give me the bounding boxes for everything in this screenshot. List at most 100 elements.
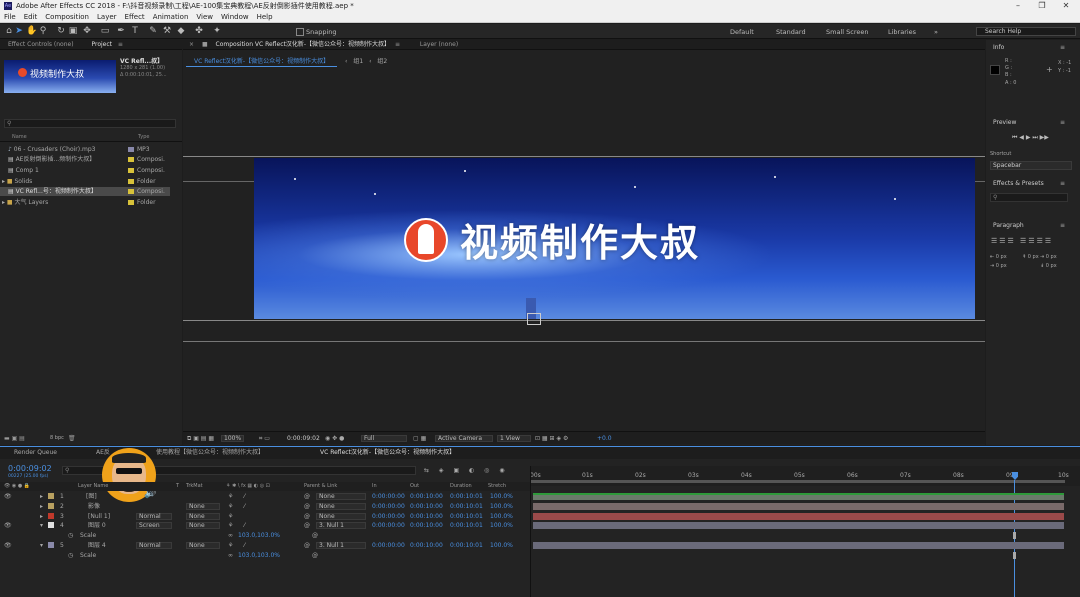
parent-dropdown[interactable]: 3. Null 1	[316, 522, 366, 529]
camera-tool-icon[interactable]: ▣	[68, 26, 78, 36]
property-row[interactable]: ◷ Scale ∞ 103.0,103.0% @	[0, 531, 530, 540]
pickwhip-icon[interactable]: @	[304, 541, 310, 550]
quality-icon[interactable]: ⁄	[244, 541, 245, 550]
current-time-display[interactable]: 0:00:09:02	[287, 432, 320, 445]
pickwhip-icon[interactable]: @	[304, 502, 310, 511]
time-ruler[interactable]	[530, 466, 1080, 486]
col-in[interactable]: In	[372, 482, 377, 491]
shy-icon[interactable]: ⚘	[228, 502, 233, 511]
project-item[interactable]: ▸ ■ Solids	[2, 177, 32, 186]
pan-behind-tool-icon[interactable]: ✥	[82, 26, 92, 36]
workspaces-more-button[interactable]: »	[934, 28, 938, 36]
magnification-dropdown[interactable]: 100%	[221, 435, 245, 442]
composition-viewer[interactable]: 视频制作大叔	[254, 158, 975, 319]
property-row[interactable]: ◷ Scale ∞ 103.0,103.0% @	[0, 551, 530, 560]
col-stretch[interactable]: Stretch	[488, 482, 506, 491]
expand-arrow-icon[interactable]: ▸	[40, 502, 43, 511]
shy-icon[interactable]: ⚘	[228, 541, 233, 550]
parent-dropdown[interactable]: None	[316, 493, 366, 500]
clone-stamp-tool-icon[interactable]: ⚒	[162, 26, 172, 36]
toggle-view-icon[interactable]: ⊡ ▦ ⊞ ◈ ⚙	[535, 432, 568, 445]
layer-duration[interactable]: 0:00:10:01	[450, 502, 483, 511]
layer-bar[interactable]	[533, 513, 1064, 520]
switches-header-icon[interactable]: ⚘ ✱ \ fx ▦ ◐ ◎ ⊡	[226, 482, 270, 491]
interpret-footage-icon[interactable]: ▬ ▣ ▤	[4, 434, 25, 443]
bpc-label[interactable]: 8 bpc	[50, 434, 64, 443]
layer-in[interactable]: 0:00:00:00	[372, 521, 405, 530]
menu-help[interactable]: Help	[257, 13, 273, 21]
layer-name[interactable]: [Null 1]	[88, 512, 110, 521]
layer-stretch[interactable]: 100.0%	[490, 502, 513, 511]
view-layout-dropdown[interactable]: 1 View	[497, 435, 531, 442]
layer-out[interactable]: 0:00:10:00	[410, 521, 443, 530]
breadcrumb-group1[interactable]: 组1	[353, 58, 363, 65]
layer-name[interactable]: [图]	[86, 492, 97, 501]
puppet-tool-icon[interactable]: ✦	[212, 26, 222, 36]
layer-out[interactable]: 0:00:10:00	[410, 541, 443, 550]
resolution-dropdown[interactable]: Full	[361, 435, 407, 442]
col-layer-name[interactable]: Layer Name	[78, 482, 108, 491]
parent-dropdown[interactable]: None	[316, 503, 366, 510]
col-out[interactable]: Out	[410, 482, 419, 491]
align-buttons-icon[interactable]: ☰☰☰ ☰☰☰☰	[991, 237, 1053, 246]
brush-tool-icon[interactable]: ✎	[148, 26, 158, 36]
pickwhip-icon[interactable]: @	[312, 531, 318, 540]
menu-edit[interactable]: Edit	[24, 13, 38, 21]
tab-render-queue[interactable]: Render Queue	[14, 447, 57, 459]
trkmat-dropdown[interactable]: None	[186, 513, 220, 520]
paragraph-menu-icon[interactable]: ≡	[1060, 221, 1065, 230]
layer-in[interactable]: 0:00:00:00	[372, 502, 405, 511]
effects-presets-title[interactable]: Effects & Presets	[993, 179, 1044, 188]
col-duration[interactable]: Duration	[450, 482, 472, 491]
project-item[interactable]: ▸ ■ 大气 Layers	[2, 198, 48, 207]
trkmat-dropdown[interactable]: None	[186, 542, 220, 549]
workspace-libraries[interactable]: Libraries	[888, 28, 916, 36]
layer-bar[interactable]	[533, 522, 1064, 529]
pickwhip-icon[interactable]: @	[312, 551, 318, 560]
layer-row[interactable]: 👁 ▾ 4 图层 0 Screen None ⚘ ⁄ @ 3. Null 1 0…	[0, 521, 530, 530]
parent-dropdown[interactable]: None	[316, 513, 366, 520]
link-icon[interactable]: ∞	[228, 551, 233, 560]
zoom-tool-icon[interactable]: ⚲	[38, 26, 48, 36]
blend-mode-dropdown[interactable]: Screen	[136, 522, 172, 529]
camera-dropdown[interactable]: Active Camera	[435, 435, 493, 442]
layer-stretch[interactable]: 100.0%	[490, 512, 513, 521]
breadcrumb-group2[interactable]: 组2	[377, 58, 387, 65]
menu-effect[interactable]: Effect	[125, 13, 145, 21]
trash-icon[interactable]: 🗑	[68, 434, 76, 443]
layer-out[interactable]: 0:00:10:00	[410, 492, 443, 501]
effects-search-input[interactable]: ⚲	[990, 193, 1068, 202]
layer-duration[interactable]: 0:00:10:01	[450, 512, 483, 521]
project-item[interactable]: ▤ AE反射倒影插...频制作大叔】	[8, 155, 95, 164]
layer-row[interactable]: ▸ 3 [Null 1] Normal None ⚘ @ None 0:00:0…	[0, 512, 530, 521]
tab-composition[interactable]: Composition VC Reflect汉化新-【微信公众号：视频制作大叔】	[216, 41, 390, 48]
indent-right[interactable]: ⇥ 0 px	[1040, 253, 1057, 262]
tab-effect-controls[interactable]: Effect Controls (none)	[8, 41, 74, 48]
scale-value[interactable]: 103.0,103.0%	[238, 531, 280, 540]
pickwhip-icon[interactable]: @	[304, 492, 310, 501]
layer-stretch[interactable]: 100.0%	[490, 541, 513, 550]
visibility-icon[interactable]: 👁	[4, 541, 12, 550]
visibility-icon[interactable]: 👁	[4, 521, 12, 530]
paragraph-title[interactable]: Paragraph	[993, 221, 1024, 230]
label-color[interactable]	[48, 522, 54, 528]
space-after[interactable]: ↡ 0 px	[1040, 262, 1057, 271]
keyframe-marker[interactable]	[1013, 532, 1016, 539]
layer-out[interactable]: 0:00:10:00	[410, 512, 443, 521]
timeline-switches-icon[interactable]: ⇆ ◈ ▣ ◐ ◎ ◉	[424, 466, 509, 475]
anchor-point-handle[interactable]	[527, 313, 541, 325]
col-t[interactable]: T	[176, 482, 179, 491]
blend-mode-dropdown[interactable]: Normal	[136, 513, 172, 520]
snapshot-icon[interactable]: ◉ ✥ ●	[325, 432, 344, 445]
layer-row[interactable]: 👁 ▾ 5 图层 4 Normal None ⚘ ⁄ @ 3. Null 1 0…	[0, 541, 530, 550]
menu-animation[interactable]: Animation	[153, 13, 189, 21]
menu-view[interactable]: View	[196, 13, 213, 21]
project-search-input[interactable]: ⚲	[4, 119, 176, 128]
eraser-tool-icon[interactable]: ◆	[176, 26, 186, 36]
layer-stretch[interactable]: 100.0%	[490, 521, 513, 530]
panel-menu-icon[interactable]: ≡	[118, 41, 123, 48]
project-item[interactable]: ♪ 06 - Crusaders (Choir).mp3	[8, 145, 95, 154]
trkmat-dropdown[interactable]: None	[186, 503, 220, 510]
tab-tutorial-comp[interactable]: 使用教程【微信公众号：视频制作大叔】	[156, 447, 264, 459]
preview-menu-icon[interactable]: ≡	[1060, 118, 1065, 127]
